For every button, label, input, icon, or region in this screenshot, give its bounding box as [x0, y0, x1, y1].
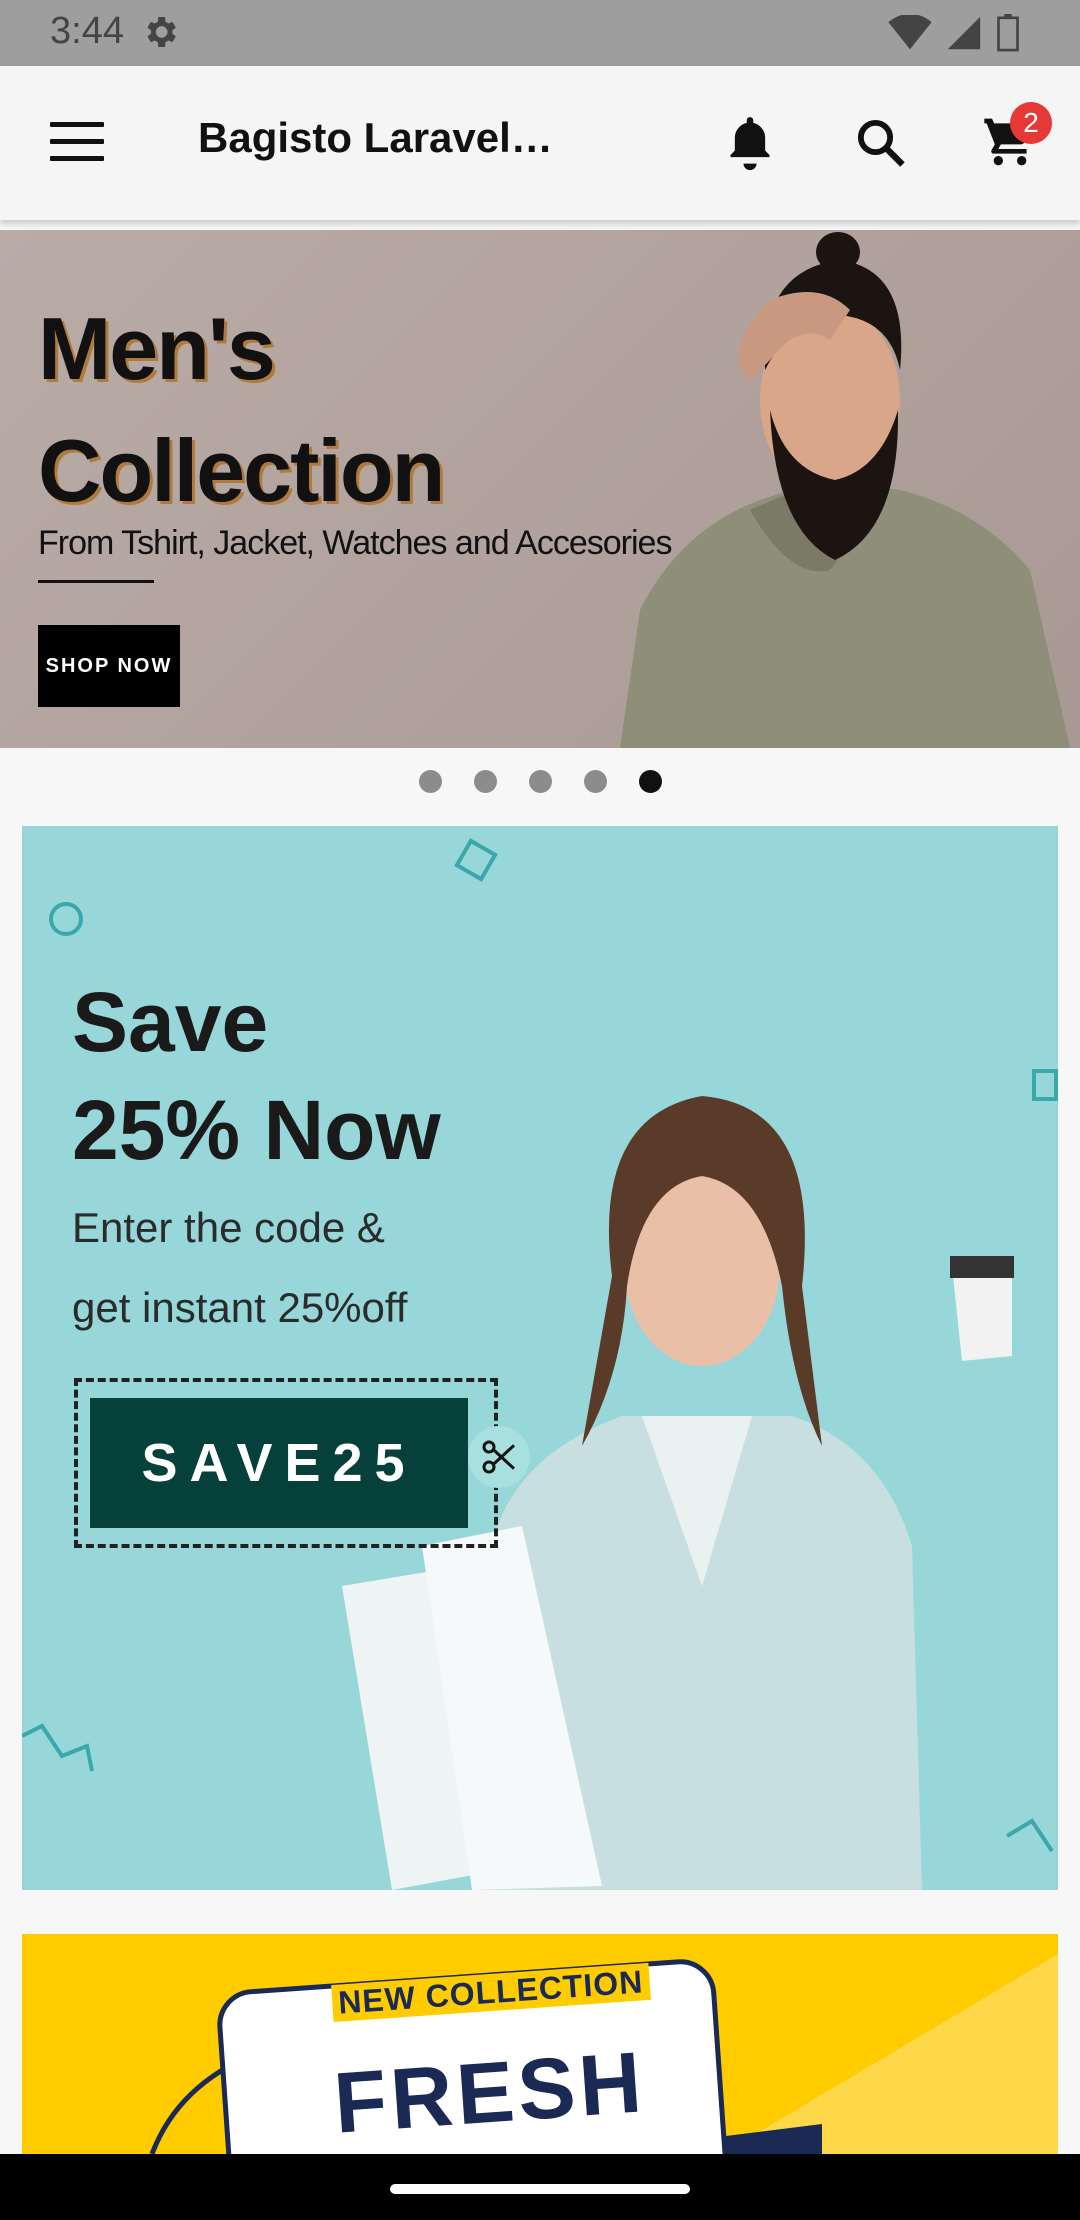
- promo-title-line1: Save: [72, 975, 269, 1069]
- coupon-code: SAVE25: [90, 1398, 468, 1528]
- status-bar: 3:44: [0, 0, 1080, 66]
- wifi-icon: [888, 13, 932, 56]
- hero-title: Men's Collection: [38, 288, 558, 532]
- carousel-dot[interactable]: [473, 770, 497, 793]
- carousel-dot[interactable]: [528, 770, 552, 793]
- hero-title-line1: Men's: [38, 299, 276, 398]
- promo-title: Save 25% Now: [72, 968, 441, 1184]
- carousel-dot-active[interactable]: [638, 770, 662, 793]
- menu-icon[interactable]: [50, 122, 104, 162]
- hero-title-line2: Collection: [38, 421, 445, 520]
- promo-title-line2: 25% Now: [72, 1083, 441, 1177]
- cart-count-badge: 2: [1010, 102, 1052, 144]
- settings-status-icon: [140, 12, 180, 52]
- hero-subtitle: From Tshirt, Jacket, Watches and Accesor…: [38, 524, 672, 562]
- new-collection-banner[interactable]: NEW COLLECTION FRESH: [22, 1934, 1058, 2154]
- signal-icon: [946, 15, 982, 56]
- hero-banner[interactable]: Men's Collection From Tshirt, Jacket, Wa…: [0, 230, 1080, 748]
- carousel-dot[interactable]: [583, 770, 607, 793]
- shop-now-button[interactable]: SHOP NOW: [38, 625, 180, 707]
- promo-subtitle: Enter the code & get instant 25%off: [72, 1188, 407, 1348]
- hero-divider: [38, 580, 154, 583]
- battery-icon: [996, 14, 1020, 57]
- carousel-dot[interactable]: [418, 770, 442, 793]
- promo-subtitle-line1: Enter the code &: [72, 1204, 385, 1251]
- promo-banner[interactable]: Save 25% Now Enter the code & get instan…: [22, 826, 1058, 1890]
- scissors-icon: [468, 1426, 530, 1488]
- carousel-indicator: [0, 770, 1080, 793]
- app-title: Bagisto Laravel …: [198, 114, 558, 161]
- app-bar: Bagisto Laravel …: [0, 66, 1080, 220]
- notifications-icon[interactable]: [718, 110, 782, 174]
- home-gesture-handle[interactable]: [390, 2184, 690, 2194]
- promo-subtitle-line2: get instant 25%off: [72, 1284, 408, 1331]
- status-time: 3:44: [50, 10, 124, 52]
- hero-model-image: [620, 232, 1070, 748]
- system-nav-bar: [0, 2154, 1080, 2220]
- search-icon[interactable]: [848, 110, 912, 174]
- status-indicators: [888, 13, 1020, 57]
